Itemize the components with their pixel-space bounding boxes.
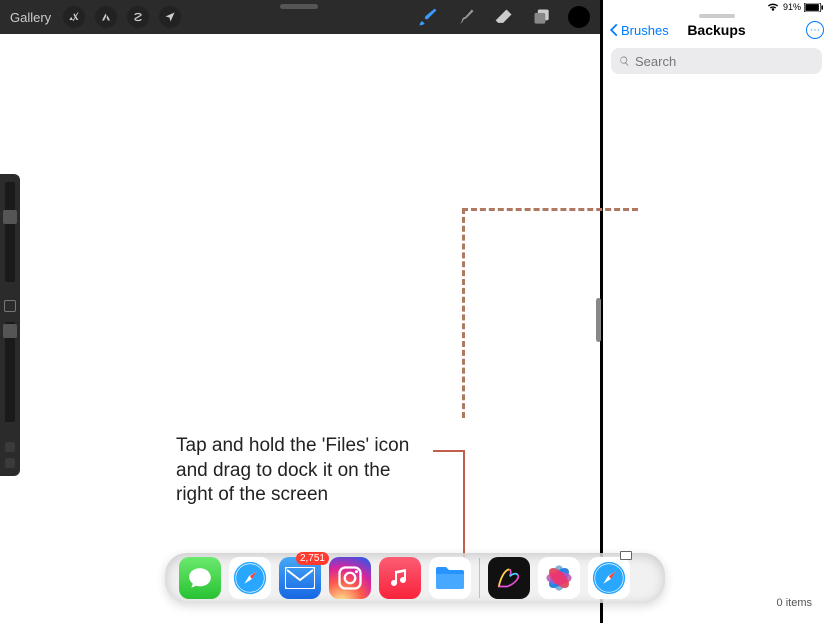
safari-app-icon[interactable]: [229, 557, 271, 599]
messages-app-icon[interactable]: [179, 557, 221, 599]
smudge-icon[interactable]: [452, 7, 480, 27]
multitask-indicator-icon: [620, 551, 632, 560]
music-app-icon[interactable]: [379, 557, 421, 599]
annotation-line: [463, 450, 465, 560]
procreate-app-icon[interactable]: [488, 557, 530, 599]
slider-thumb[interactable]: [3, 210, 17, 224]
safari-recent-app-icon[interactable]: [588, 557, 630, 599]
annotation-arrow: [462, 208, 638, 211]
dock: 2,751: [165, 553, 665, 603]
panel-header: Brushes Backups ⋯: [603, 18, 830, 42]
annotation-line: [433, 450, 465, 452]
instagram-app-icon[interactable]: [329, 557, 371, 599]
gallery-button[interactable]: Gallery: [10, 10, 51, 25]
files-panel: 91% Brushes Backups ⋯ 0 items: [600, 0, 830, 623]
search-input[interactable]: [611, 48, 822, 74]
undo-button[interactable]: [5, 442, 15, 452]
redo-button[interactable]: [5, 458, 15, 468]
color-swatch[interactable]: [568, 6, 590, 28]
splitview-handle[interactable]: [596, 298, 601, 342]
adjustments-icon[interactable]: [95, 6, 117, 28]
layers-icon[interactable]: [528, 7, 556, 27]
brush-size-slider[interactable]: [5, 182, 15, 282]
procreate-app: Gallery: [0, 0, 600, 623]
items-count: 0 items: [777, 597, 812, 609]
wifi-icon: [766, 3, 780, 12]
files-app-icon[interactable]: [429, 557, 471, 599]
mail-app-icon[interactable]: 2,751: [279, 557, 321, 599]
back-label: Brushes: [621, 23, 669, 38]
battery-icon: [804, 3, 824, 12]
annotation-arrow: [462, 208, 465, 418]
dock-separator: [479, 558, 480, 598]
more-icon[interactable]: ⋯: [806, 21, 824, 39]
actions-icon[interactable]: [63, 6, 85, 28]
search-field[interactable]: [635, 54, 814, 69]
sidebar-sliders: [0, 174, 20, 476]
back-button[interactable]: Brushes: [609, 23, 669, 38]
toolbar: Gallery: [0, 0, 600, 34]
battery-percent: 91%: [783, 2, 801, 12]
selection-icon[interactable]: [127, 6, 149, 28]
status-bar: 91%: [603, 0, 830, 14]
drag-handle-icon[interactable]: [280, 4, 318, 9]
eraser-icon[interactable]: [490, 7, 518, 27]
photos-app-icon[interactable]: [538, 557, 580, 599]
brush-icon[interactable]: [414, 7, 442, 27]
annotation-text: Tap and hold the 'Files' icon and drag t…: [176, 434, 426, 508]
badge: 2,751: [296, 552, 329, 565]
panel-title: Backups: [687, 22, 745, 38]
slider-thumb[interactable]: [3, 324, 17, 338]
modify-button[interactable]: [4, 300, 16, 312]
search-icon: [619, 55, 630, 67]
transform-icon[interactable]: [159, 6, 181, 28]
